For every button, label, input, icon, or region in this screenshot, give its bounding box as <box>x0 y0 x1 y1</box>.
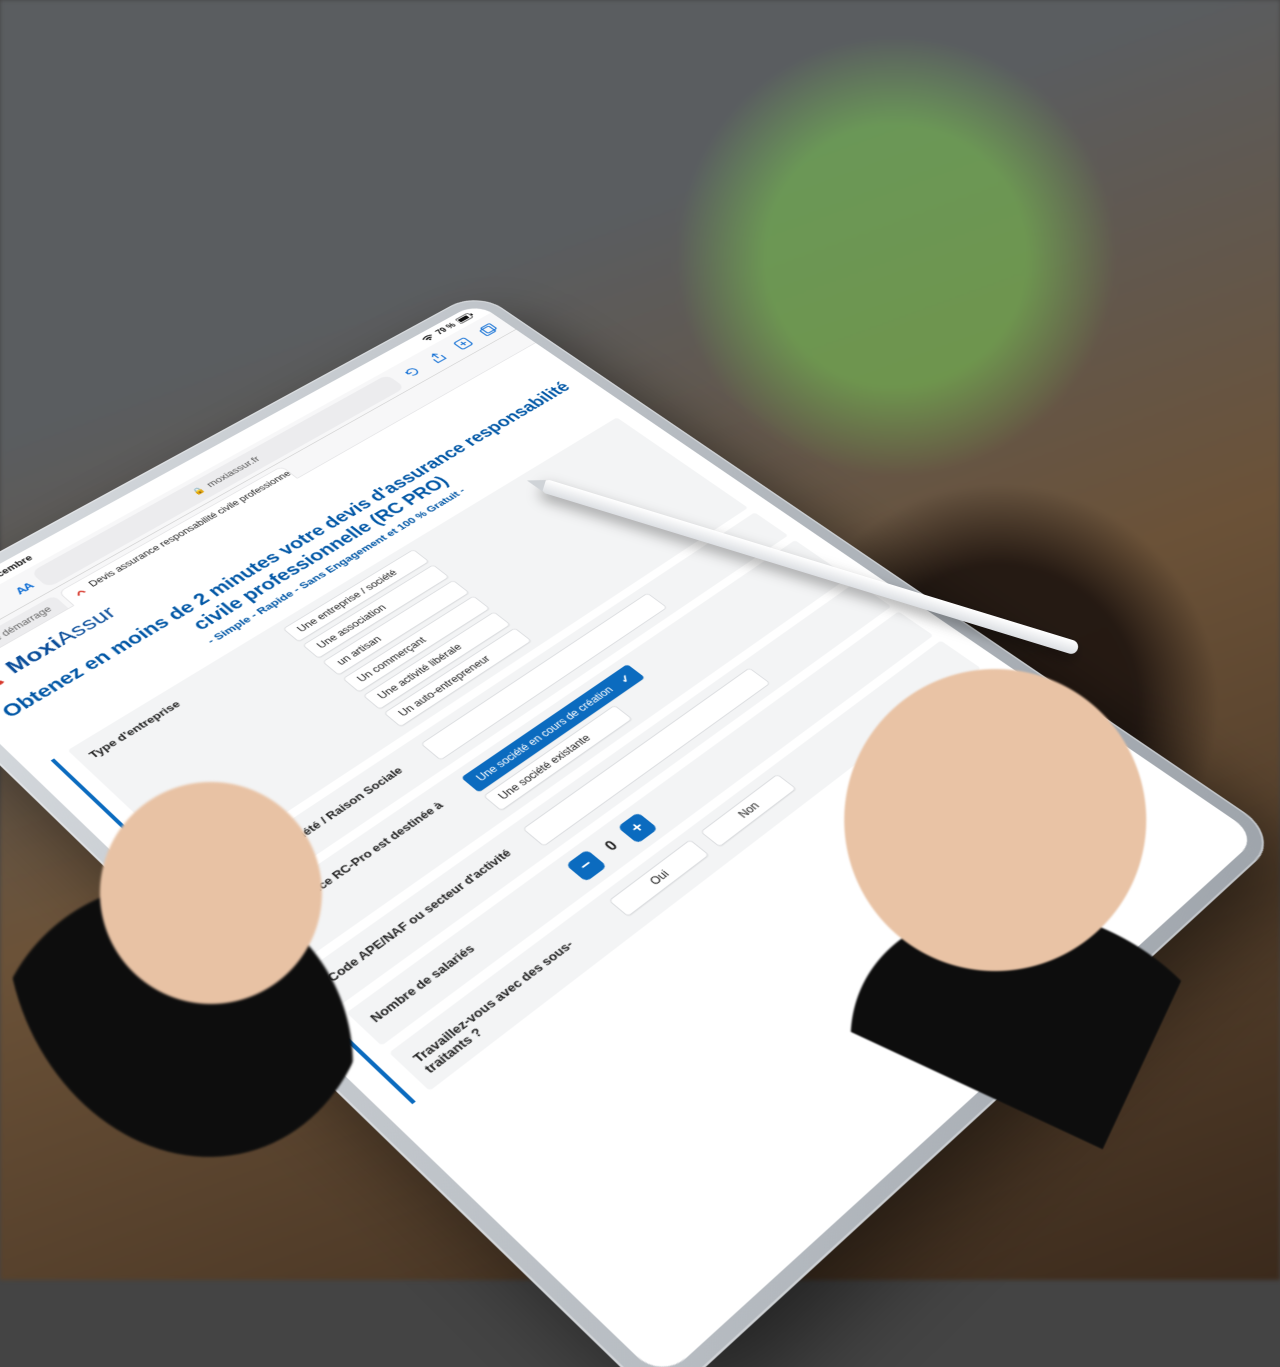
text-size-button[interactable]: AA <box>12 580 35 596</box>
lock-icon: 🔒 <box>190 485 207 496</box>
stepper-plus[interactable]: + <box>617 812 658 844</box>
tablet-device: 08:38 Vendredi 2 décembre 79 % <box>0 291 1280 1367</box>
site-favicon <box>71 584 90 597</box>
stepper-minus[interactable]: − <box>565 849 607 882</box>
stepper-value: 0 <box>602 838 622 854</box>
wifi-icon <box>420 333 437 343</box>
